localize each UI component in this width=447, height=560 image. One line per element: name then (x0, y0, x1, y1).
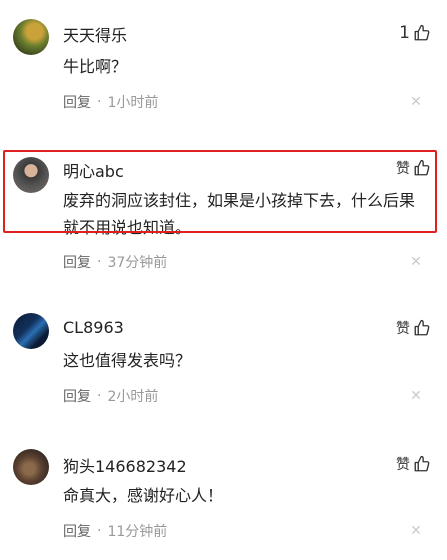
username[interactable]: 狗头146682342 (63, 453, 187, 477)
close-icon[interactable]: ✕ (409, 255, 423, 269)
comment-text: 牛比啊？ (63, 57, 128, 76)
comment-text: 命真大，感谢好心人！ (63, 486, 224, 505)
comment-item: 天天得乐 1 牛比啊？ 回复 · 1小时前 ✕ (0, 0, 447, 135)
meta-separator: · (97, 254, 102, 270)
comment-meta: 回复 · 37分钟前 (63, 252, 167, 272)
like-button[interactable]: 赞 (396, 318, 431, 338)
close-icon[interactable]: ✕ (409, 389, 423, 403)
timestamp: 2小时前 (107, 389, 159, 405)
like-label: 赞 (396, 321, 410, 337)
reply-button[interactable]: 回复 (63, 521, 91, 541)
avatar[interactable] (13, 19, 49, 55)
comment-item: 明心abc 赞 废弃的洞应该封住，如果是小孩掉下去，什么后果就不用说也知道。 回… (0, 150, 447, 285)
comment-meta: 回复 · 1小时前 (63, 92, 158, 112)
thumbs-up-icon (414, 455, 430, 472)
username[interactable]: 明心abc (63, 158, 124, 182)
reply-button[interactable]: 回复 (63, 386, 91, 406)
comment-text: 这也值得发表吗？ (63, 351, 192, 370)
reply-button[interactable]: 回复 (63, 252, 91, 272)
close-icon[interactable]: ✕ (409, 524, 423, 538)
timestamp: 37分钟前 (107, 255, 168, 271)
avatar[interactable] (13, 449, 49, 485)
like-label: 赞 (396, 161, 410, 177)
reply-button[interactable]: 回复 (63, 92, 91, 112)
like-button[interactable]: 1 (399, 23, 431, 43)
comment-meta: 回复 · 2小时前 (63, 386, 158, 406)
thumbs-up-icon (414, 159, 430, 176)
comment-item: 狗头146682342 赞 命真大，感谢好心人！ 回复 · 11分钟前 ✕ (0, 425, 447, 560)
meta-separator: · (97, 523, 102, 539)
comment-meta: 回复 · 11分钟前 (63, 521, 167, 541)
meta-separator: · (97, 388, 102, 404)
close-icon[interactable]: ✕ (409, 95, 423, 109)
like-count: 1 (399, 23, 410, 43)
like-label: 赞 (396, 457, 410, 473)
timestamp: 1小时前 (107, 95, 159, 111)
like-button[interactable]: 赞 (396, 454, 431, 474)
thumbs-up-icon (414, 319, 430, 336)
avatar[interactable] (13, 313, 49, 349)
meta-separator: · (97, 94, 102, 110)
comment-text: 废弃的洞应该封住，如果是小孩掉下去，什么后果就不用说也知道。 (63, 191, 416, 237)
avatar[interactable] (13, 157, 49, 193)
thumbs-up-icon (414, 24, 430, 41)
comment-item: CL8963 赞 这也值得发表吗？ 回复 · 2小时前 ✕ (0, 290, 447, 425)
username[interactable]: 天天得乐 (63, 22, 127, 46)
timestamp: 11分钟前 (107, 524, 168, 540)
username[interactable]: CL8963 (63, 318, 124, 337)
like-button[interactable]: 赞 (396, 158, 431, 178)
